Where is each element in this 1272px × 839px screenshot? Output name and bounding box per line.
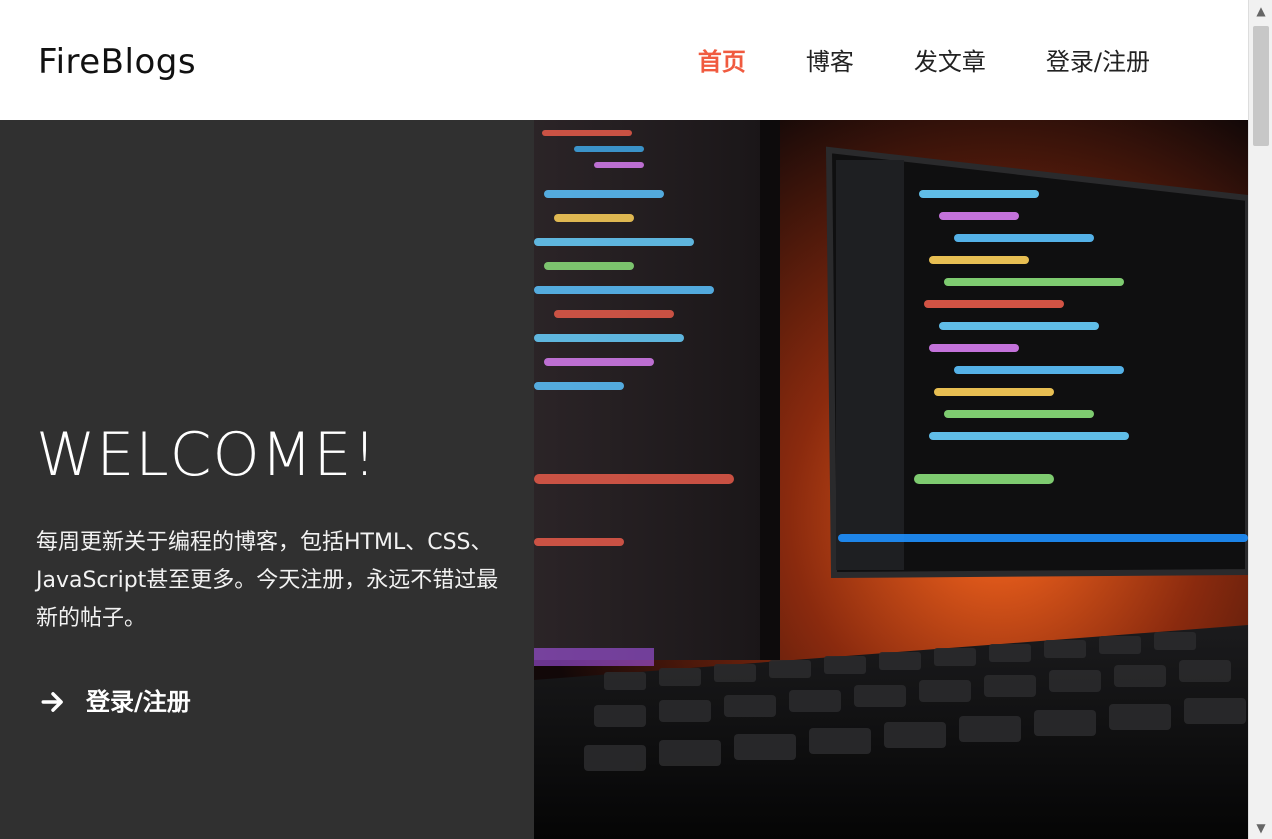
hero-section: WELCOME! 每周更新关于编程的博客，包括HTML、CSS、JavaScri…: [0, 120, 1248, 839]
nav-item-create-post[interactable]: 发文章: [914, 44, 986, 80]
arrow-right-icon: [41, 692, 63, 712]
nav-item-blogs[interactable]: 博客: [806, 44, 854, 80]
hero-cta-label: 登录/注册: [86, 688, 191, 716]
monitor-keyboard-photo: [534, 120, 1248, 839]
nav-item-login-register[interactable]: 登录/注册: [1046, 44, 1150, 80]
hero-description: 每周更新关于编程的博客，包括HTML、CSS、JavaScript甚至更多。今天…: [36, 530, 499, 631]
hero-image: [534, 120, 1248, 839]
site-logo[interactable]: FireBlogs: [38, 42, 196, 82]
scrollbar-thumb[interactable]: [1253, 26, 1269, 146]
scroll-down-icon[interactable]: ▼: [1249, 817, 1272, 839]
scroll-up-icon[interactable]: ▲: [1249, 0, 1272, 22]
hero-text-panel: WELCOME! 每周更新关于编程的博客，包括HTML、CSS、JavaScri…: [0, 120, 534, 839]
hero-title: WELCOME!: [36, 420, 378, 490]
hero-login-register-link[interactable]: 登录/注册: [40, 682, 191, 722]
vertical-scrollbar[interactable]: ▲ ▼: [1248, 0, 1272, 839]
site-header: FireBlogs 首页 博客 发文章 登录/注册: [0, 0, 1248, 120]
main-nav: 首页 博客 发文章 登录/注册: [698, 44, 1150, 80]
page: FireBlogs 首页 博客 发文章 登录/注册 WELCOME! 每周更新关…: [0, 0, 1248, 839]
nav-item-home[interactable]: 首页: [698, 44, 746, 80]
